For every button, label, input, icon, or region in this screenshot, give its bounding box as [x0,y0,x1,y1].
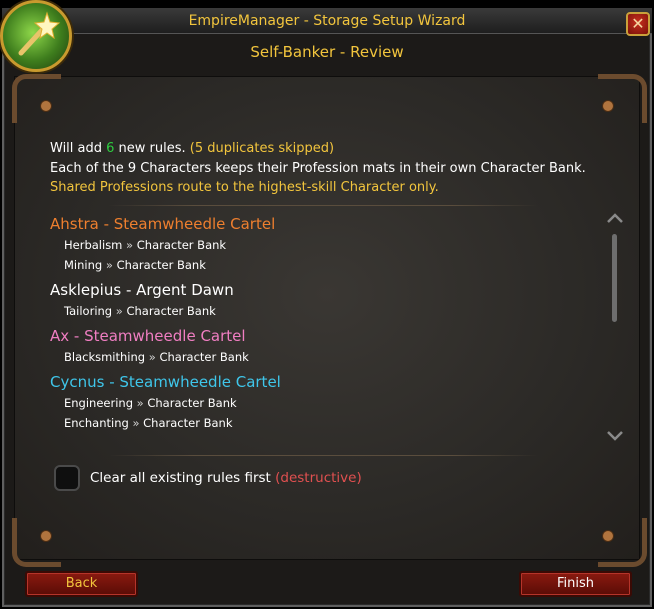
scrollbar-thumb[interactable] [612,234,617,322]
destination-name: Character Bank [147,396,237,410]
rivet [602,100,614,112]
rule-item: Engineering » Character Bank [64,393,600,413]
character-header: Asklepius - Argent Dawn [50,281,234,299]
character-header: Ax - Steamwheedle Cartel [50,327,246,345]
separator: » [132,416,140,430]
profession-name: Engineering [64,396,133,410]
rule-item: Blacksmithing » Character Bank [64,347,600,367]
separator: » [148,350,156,364]
corner-ornament [12,74,61,123]
rules-list[interactable]: Ahstra - Steamwheedle Cartel Herbalism » … [50,213,600,445]
summary-line: Will add 6 new rules. (5 duplicates skip… [50,141,335,156]
destination-name: Character Bank [126,304,216,318]
rule-item: Herbalism » Character Bank [64,235,600,255]
duplicates-note: (5 duplicates skipped) [189,141,335,156]
corner-ornament [598,74,647,123]
separator: » [115,304,123,318]
rule-item: Enchanting » Character Bank [64,413,600,433]
rivet [602,530,614,542]
magic-wand-icon [0,0,72,72]
profession-name: Mining [64,258,103,272]
corner-ornament [12,518,61,567]
separator: » [105,258,113,272]
page-title: Self-Banker - Review [250,43,404,61]
summary-description: Each of the 9 Characters keeps their Pro… [50,161,586,176]
back-button[interactable]: Back [25,571,138,597]
rule-item: Tailoring » Character Bank [64,301,600,321]
separator: » [136,396,144,410]
window-title: EmpireManager - Storage Setup Wizard [188,13,466,29]
chevron-up-icon[interactable] [606,210,624,224]
destructive-warning: (destructive) [275,470,362,486]
rule-item: Mining » Character Bank [64,255,600,275]
character-header: Cycnus - Steamwheedle Cartel [50,373,281,391]
profession-name: Blacksmithing [64,350,146,364]
clear-rules-checkbox[interactable] [54,465,80,491]
separator: » [126,238,134,252]
rivet [40,530,52,542]
clear-rules-label[interactable]: Clear all existing rules first (destruct… [90,470,362,486]
corner-ornament [598,518,647,567]
profession-name: Tailoring [64,304,113,318]
rivet [40,100,52,112]
divider [108,455,538,456]
profession-name: Enchanting [64,416,129,430]
destination-name: Character Bank [116,258,206,272]
chevron-down-icon[interactable] [606,428,624,442]
destination-name: Character Bank [136,238,227,252]
destination-name: Character Bank [159,350,249,364]
profession-name: Herbalism [64,238,123,252]
destination-name: Character Bank [143,416,233,430]
close-icon[interactable]: ✕ [626,12,650,36]
character-header: Ahstra - Steamwheedle Cartel [50,215,276,233]
divider [108,205,538,206]
summary-note: Shared Professions route to the highest-… [50,180,439,195]
finish-button[interactable]: Finish [519,571,632,597]
